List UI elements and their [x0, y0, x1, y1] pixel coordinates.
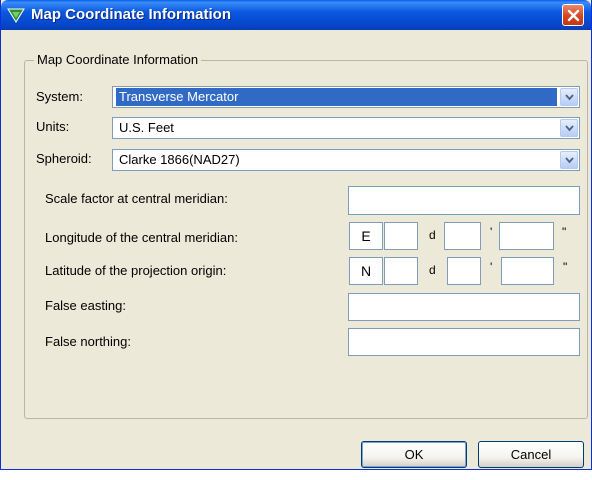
units-label: Units:: [36, 119, 70, 134]
longitude-direction-field[interactable]: E: [349, 222, 383, 250]
system-value: Transverse Mercator: [116, 88, 557, 106]
latitude-minutes-field[interactable]: [447, 257, 481, 285]
map-app-icon: [7, 6, 25, 24]
spheroid-select[interactable]: Clarke 1866(NAD27): [112, 149, 580, 171]
false-easting-label: False easting:: [45, 298, 126, 313]
longitude-degrees-field[interactable]: [384, 222, 418, 250]
longitude-minutes-field[interactable]: [444, 222, 481, 250]
minutes-unit: ': [490, 225, 493, 239]
scale-factor-label: Scale factor at central meridian:: [45, 191, 228, 206]
title-bar[interactable]: Map Coordinate Information: [1, 0, 591, 30]
units-select[interactable]: U.S. Feet: [112, 117, 580, 139]
longitude-label: Longitude of the central meridian:: [45, 230, 238, 245]
window-title: Map Coordinate Information: [31, 6, 231, 23]
system-select[interactable]: Transverse Mercator: [112, 86, 580, 108]
minutes-unit: ': [490, 260, 493, 274]
chevron-down-icon[interactable]: [560, 119, 578, 137]
false-easting-field[interactable]: [348, 293, 580, 321]
longitude-seconds-field[interactable]: [499, 222, 554, 250]
degrees-unit: d: [429, 263, 436, 277]
close-button[interactable]: [562, 4, 584, 26]
latitude-label: Latitude of the projection origin:: [45, 263, 227, 278]
false-northing-label: False northing:: [45, 334, 131, 349]
dialog-window: Map Coordinate Information Map Coordinat…: [0, 0, 592, 470]
latitude-direction-field[interactable]: N: [349, 257, 383, 285]
seconds-unit: ": [563, 260, 568, 274]
ok-button[interactable]: OK: [361, 441, 467, 468]
latitude-degrees-field[interactable]: [384, 257, 418, 285]
units-value: U.S. Feet: [119, 120, 174, 135]
seconds-unit: ": [562, 225, 567, 239]
chevron-down-icon[interactable]: [560, 151, 578, 169]
spheroid-value: Clarke 1866(NAD27): [119, 152, 240, 167]
latitude-seconds-field[interactable]: [501, 257, 554, 285]
false-northing-field[interactable]: [348, 328, 580, 356]
groupbox-legend: Map Coordinate Information: [34, 52, 202, 67]
system-label: System:: [36, 89, 83, 104]
close-icon: [567, 9, 580, 22]
spheroid-label: Spheroid:: [36, 151, 92, 166]
degrees-unit: d: [429, 228, 436, 242]
scale-factor-field[interactable]: [348, 186, 580, 215]
cancel-button[interactable]: Cancel: [478, 441, 584, 468]
chevron-down-icon[interactable]: [560, 88, 578, 106]
